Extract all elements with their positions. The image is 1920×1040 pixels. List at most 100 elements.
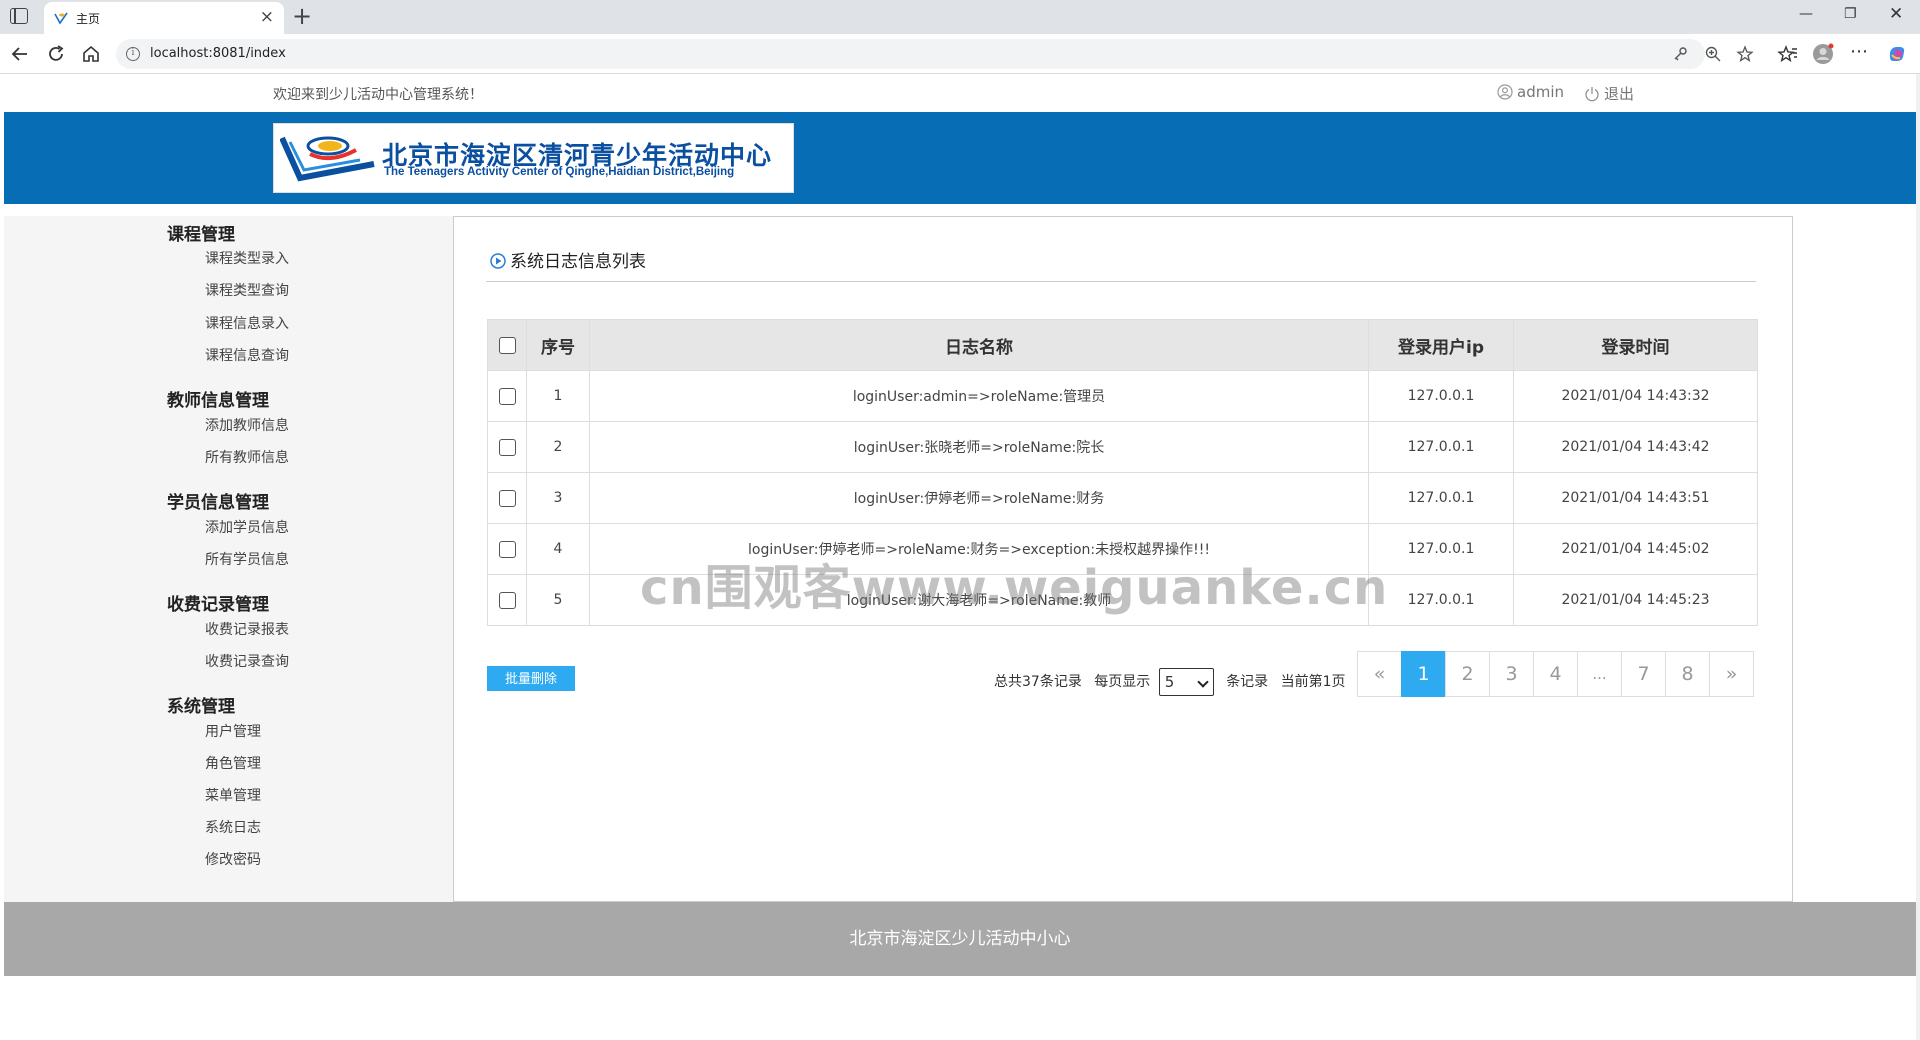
select-all-checkbox[interactable]: [498, 336, 516, 354]
reload-icon[interactable]: [45, 43, 67, 65]
pagination-next[interactable]: »: [1709, 651, 1754, 697]
row-checkbox[interactable]: [498, 387, 516, 405]
table-row: 1 loginUser:admin=>roleName:管理员 127.0.0.…: [487, 370, 1758, 422]
site-favicon-icon: [54, 12, 68, 25]
sidebar-group-student[interactable]: 学员信息管理: [167, 488, 269, 513]
row-select-cell: [487, 574, 527, 626]
row-checkbox[interactable]: [498, 438, 516, 456]
select-all-cell: [487, 319, 527, 371]
sidebar-item-user-manage[interactable]: 用户管理: [205, 721, 261, 741]
pagination-page-7[interactable]: 7: [1621, 651, 1666, 697]
row-checkbox[interactable]: [498, 540, 516, 558]
sidebar-item-course-info-query[interactable]: 课程信息查询: [205, 345, 289, 365]
site-info-icon[interactable]: i: [126, 47, 140, 61]
cell-no: 4: [526, 523, 590, 575]
cell-ip: 127.0.0.1: [1368, 523, 1514, 575]
sidebar-group-fee[interactable]: 收费记录管理: [167, 590, 269, 615]
favorites-icon[interactable]: [1777, 43, 1799, 65]
cell-no: 2: [526, 421, 590, 473]
zoom-icon[interactable]: [1704, 45, 1722, 63]
pagination-page-4[interactable]: 4: [1533, 651, 1578, 697]
sidebar-group-system[interactable]: 系统管理: [167, 692, 235, 717]
logo-emblem-icon: [280, 136, 375, 182]
home-icon[interactable]: [80, 43, 102, 65]
current-page-text: 当前第1页: [1280, 674, 1346, 690]
sidebar-item-role-manage[interactable]: 角色管理: [205, 753, 261, 773]
sidebar-item-course-info-add[interactable]: 课程信息录入: [205, 313, 289, 333]
pagination-page-1[interactable]: 1: [1401, 651, 1446, 697]
cell-time: 2021/01/04 14:45:23: [1513, 574, 1758, 626]
more-menu-icon[interactable]: ⋯: [1850, 41, 1872, 63]
logout-link[interactable]: 退出: [1584, 83, 1634, 104]
sidebar-item-system-log[interactable]: 系统日志: [205, 817, 261, 837]
page-scrollbar[interactable]: [1916, 74, 1920, 1040]
logout-label: 退出: [1604, 85, 1635, 103]
cell-ip: 127.0.0.1: [1368, 421, 1514, 473]
row-checkbox[interactable]: [498, 591, 516, 609]
cell-name: loginUser:张晓老师=>roleName:院长: [589, 421, 1369, 473]
power-icon: [1585, 87, 1599, 102]
pagination-page-8[interactable]: 8: [1665, 651, 1710, 697]
close-window-icon[interactable]: ✕: [1889, 4, 1903, 24]
sidebar-item-teacher-all[interactable]: 所有教师信息: [205, 447, 289, 467]
new-tab-icon[interactable]: +: [292, 3, 312, 29]
pager-info: 总共37条记录 每页显示 5 条记录 当前第1页: [994, 668, 1354, 696]
cell-name: loginUser:谢大海老师=>roleName:教师: [589, 574, 1369, 626]
browser-tabbar: 主页 × + — ❐ ✕: [0, 0, 1920, 34]
sidebar-item-menu-manage[interactable]: 菜单管理: [205, 785, 261, 805]
sidebar-item-student-add[interactable]: 添加学员信息: [205, 517, 289, 537]
copilot-icon[interactable]: [1886, 43, 1908, 65]
favorite-star-icon[interactable]: [1736, 45, 1754, 63]
cell-ip: 127.0.0.1: [1368, 472, 1514, 524]
close-tab-icon[interactable]: ×: [260, 8, 274, 26]
sidebar-group-course[interactable]: 课程管理: [167, 220, 235, 245]
page-size-select[interactable]: 5: [1158, 668, 1214, 696]
browser-tab-home[interactable]: 主页 ×: [44, 2, 284, 34]
cell-time: 2021/01/04 14:45:02: [1513, 523, 1758, 575]
profile-avatar-icon[interactable]: [1812, 43, 1834, 65]
username-label: admin: [1517, 83, 1564, 101]
sidebar-item-course-type-add[interactable]: 课程类型录入: [205, 248, 289, 268]
tab-title: 主页: [76, 12, 101, 26]
column-header-time: 登录时间: [1513, 319, 1758, 371]
current-user-link[interactable]: admin: [1497, 83, 1564, 101]
row-checkbox[interactable]: [498, 489, 516, 507]
key-icon[interactable]: [1671, 45, 1689, 63]
title-divider: [486, 281, 1756, 282]
table-header-row: 序号 日志名称 登录用户ip 登录时间: [487, 319, 1758, 371]
column-header-name: 日志名称: [589, 319, 1369, 371]
logo-title-en: The Teenagers Activity Center of Qinghe,…: [384, 166, 735, 178]
tab-actions-icon[interactable]: [10, 8, 28, 24]
main-content: 系统日志信息列表 序号 日志名称 登录用户ip 登录时间 1 loginUser…: [453, 216, 1793, 902]
batch-delete-button[interactable]: 批量删除: [487, 666, 575, 691]
sidebar-item-change-password[interactable]: 修改密码: [205, 849, 261, 869]
site-logo: 北京市海淀区清河青少年活动中心 The Teenagers Activity C…: [273, 123, 794, 193]
cell-ip: 127.0.0.1: [1368, 370, 1514, 422]
cell-time: 2021/01/04 14:43:42: [1513, 421, 1758, 473]
row-select-cell: [487, 421, 527, 473]
minimize-icon[interactable]: —: [1799, 6, 1813, 22]
sidebar-item-student-all[interactable]: 所有学员信息: [205, 549, 289, 569]
page-title: 系统日志信息列表: [490, 247, 646, 272]
total-records-text: 总共37条记录: [994, 674, 1082, 690]
column-header-no: 序号: [526, 319, 590, 371]
cell-no: 5: [526, 574, 590, 626]
cell-time: 2021/01/04 14:43:51: [1513, 472, 1758, 524]
pagination-page-3[interactable]: 3: [1489, 651, 1534, 697]
sidebar-item-teacher-add[interactable]: 添加教师信息: [205, 415, 289, 435]
cell-no: 3: [526, 472, 590, 524]
header-banner: 北京市海淀区清河青少年活动中心 The Teenagers Activity C…: [4, 112, 1916, 204]
url-text: localhost:8081/index: [150, 46, 286, 61]
sidebar-group-teacher[interactable]: 教师信息管理: [167, 386, 269, 411]
address-bar[interactable]: i localhost:8081/index: [116, 39, 1754, 69]
sidebar-item-fee-report[interactable]: 收费记录报表: [205, 619, 289, 639]
sidebar-item-fee-query[interactable]: 收费记录查询: [205, 651, 289, 671]
back-icon[interactable]: [9, 43, 31, 65]
restore-icon[interactable]: ❐: [1844, 6, 1857, 22]
table-row: 3 loginUser:伊婷老师=>roleName:财务 127.0.0.1 …: [487, 472, 1758, 524]
sidebar-item-course-type-query[interactable]: 课程类型查询: [205, 280, 289, 300]
pagination: « 1 2 3 4 ... 7 8 »: [1357, 651, 1754, 697]
welcome-text: 欢迎来到少儿活动中心管理系统！: [273, 87, 483, 103]
pagination-prev[interactable]: «: [1357, 651, 1402, 697]
pagination-page-2[interactable]: 2: [1445, 651, 1490, 697]
